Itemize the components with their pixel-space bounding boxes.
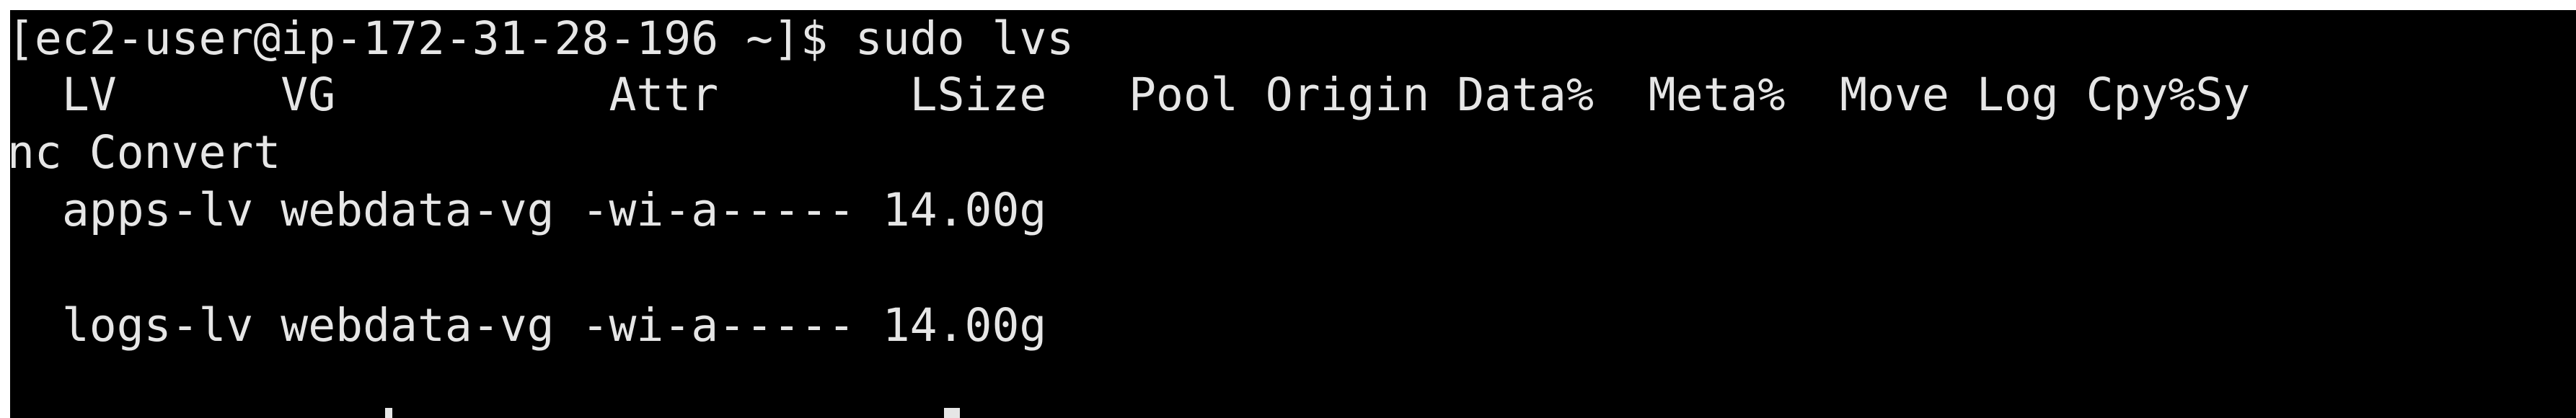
lvs-row-logs-lv: logs-lv webdata-vg -wi-a----- 14.00g [10, 299, 1047, 352]
lvs-row-apps-lv: apps-lv webdata-vg -wi-a----- 14.00g [10, 184, 1047, 236]
cutoff-glyph [944, 408, 960, 418]
terminal-window[interactable]: [ec2-user@ip-172-31-28-196 ~]$ sudo lvs … [10, 10, 2576, 418]
cutoff-glyph [385, 408, 392, 418]
lvs-header-line: LV VG Attr LSize Pool Origin Data% Meta%… [10, 68, 2251, 121]
command-prompt-line: [ec2-user@ip-172-31-28-196 ~]$ sudo lvs [10, 12, 1075, 65]
lvs-header-wrap: nc Convert [10, 126, 281, 179]
